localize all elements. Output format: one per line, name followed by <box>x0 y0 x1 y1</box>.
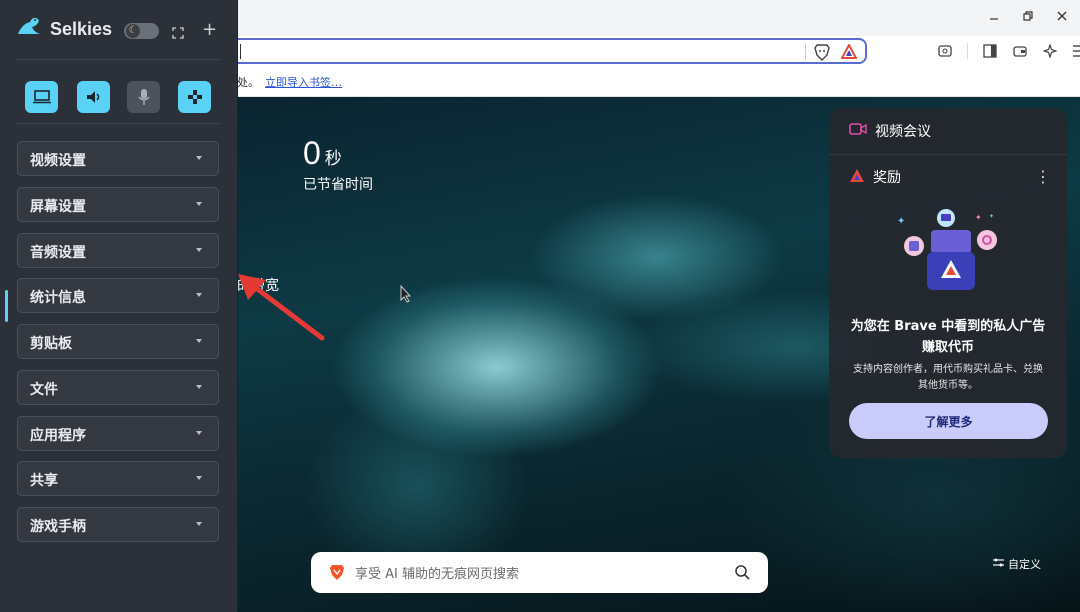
brave-shields-icon[interactable] <box>814 44 830 65</box>
text-caret <box>240 44 241 59</box>
rewards-desc-line2: 其他货币等。 <box>918 380 978 391</box>
rewards-title: 为您在 Brave 中看到的私人广告 赚取代币 <box>829 316 1067 358</box>
annotation-arrow-icon <box>238 274 325 341</box>
mouse-cursor-icon <box>400 284 412 307</box>
search-box[interactable]: 享受 AI 辅助的无痕网页搜索 <box>311 552 768 593</box>
rewards-description: 支持内容创作者，用代币购买礼品卡、兑换 其他货币等。 <box>847 362 1049 394</box>
minimize-icon[interactable] <box>986 8 1002 24</box>
address-bar[interactable] <box>237 38 867 64</box>
rewards-header: 奖励 ⋮ <box>829 155 1067 199</box>
brave-rewards-logo-icon <box>849 168 865 187</box>
time-saved-value: 0 <box>303 135 321 171</box>
svg-text:✦: ✦ <box>975 213 982 222</box>
bookmarks-hint: 处。 <box>237 76 259 89</box>
sliders-icon <box>993 558 1004 571</box>
accordion-screen-settings[interactable]: 屏幕设置 <box>17 187 219 222</box>
brave-rewards-icon[interactable] <box>840 42 858 63</box>
selkies-sidebar: Selkies ☾ + 视频设置 屏幕设置 音频设置 统计信息 剪贴板 文件 应… <box>0 0 238 612</box>
rewards-desc-line1: 支持内容创作者，用代币购买礼品卡、兑换 <box>853 364 1043 375</box>
browser-titlebar <box>237 0 1080 36</box>
section-label: 屏幕设置 <box>30 199 86 215</box>
microphone-icon <box>137 89 150 105</box>
section-label: 游戏手柄 <box>30 519 86 535</box>
customize-label: 自定义 <box>1008 558 1041 571</box>
svg-text:✦: ✦ <box>989 213 994 220</box>
rewards-label: 奖励 <box>873 170 901 186</box>
section-label: 应用程序 <box>30 428 86 444</box>
chevron-down-icon <box>196 385 202 389</box>
theme-toggle[interactable]: ☾ <box>124 23 159 39</box>
menu-icon[interactable] <box>1072 43 1080 59</box>
plus-icon[interactable]: + <box>202 19 217 40</box>
close-icon[interactable] <box>1054 8 1070 24</box>
active-section-indicator <box>5 290 8 322</box>
seal-logo-icon <box>16 16 42 42</box>
monitor-icon <box>32 90 51 104</box>
chevron-down-icon <box>196 431 202 435</box>
more-options-icon[interactable]: ⋮ <box>1035 167 1051 186</box>
divider <box>16 59 220 60</box>
chevron-down-icon <box>196 202 202 206</box>
video-call-widget[interactable]: 视频会议 <box>829 108 1067 155</box>
svg-text:✦: ✦ <box>897 216 905 227</box>
accordion-files[interactable]: 文件 <box>17 370 219 405</box>
display-toggle-button[interactable] <box>25 81 58 113</box>
divider <box>805 44 806 60</box>
accordion-stats[interactable]: 统计信息 <box>17 278 219 313</box>
time-saved-label: 已节省时间 <box>303 177 373 193</box>
section-label: 文件 <box>30 382 58 398</box>
moon-icon: ☾ <box>126 24 140 38</box>
import-bookmarks-link[interactable]: 立即导入书签… <box>265 76 342 89</box>
accordion-apps[interactable]: 应用程序 <box>17 416 219 451</box>
accordion-audio-settings[interactable]: 音频设置 <box>17 233 219 268</box>
audio-toggle-button[interactable] <box>77 81 110 113</box>
browser-toolbar <box>237 36 1080 68</box>
accordion-sharing[interactable]: 共享 <box>17 461 219 496</box>
rewards-illustration-icon: ✦ ✦ ✦ <box>889 208 1009 298</box>
accordion-clipboard[interactable]: 剪贴板 <box>17 324 219 359</box>
chevron-down-icon <box>196 522 202 526</box>
brave-search-icon <box>329 564 345 581</box>
gamepad-toggle-button[interactable] <box>178 81 211 113</box>
chevron-down-icon <box>196 248 202 252</box>
fullscreen-icon[interactable] <box>172 24 184 43</box>
learn-more-button[interactable]: 了解更多 <box>849 403 1048 439</box>
restore-icon[interactable] <box>1020 8 1036 24</box>
section-label: 视频设置 <box>30 153 86 169</box>
search-placeholder: 享受 AI 辅助的无痕网页搜索 <box>355 567 519 582</box>
section-label: 音频设置 <box>30 245 86 261</box>
rewards-title-line2: 赚取代币 <box>921 340 974 355</box>
section-label: 统计信息 <box>30 290 86 306</box>
leo-ai-icon[interactable] <box>1042 43 1058 59</box>
section-label: 剪贴板 <box>30 336 72 352</box>
video-camera-icon <box>849 122 867 140</box>
chevron-down-icon <box>196 476 202 480</box>
wallet-icon[interactable] <box>1012 43 1028 59</box>
customize-button[interactable]: 自定义 <box>993 556 1041 572</box>
bookmarks-bar: 处。 立即导入书签… <box>237 68 1080 97</box>
search-tab-icon[interactable] <box>937 43 953 59</box>
app-name: Selkies <box>50 18 113 39</box>
microphone-toggle-button[interactable] <box>127 81 160 113</box>
accordion-gamepads[interactable]: 游戏手柄 <box>17 507 219 542</box>
speaker-icon <box>86 91 99 103</box>
dpad-icon <box>187 90 202 104</box>
rewards-card: 视频会议 奖励 ⋮ ✦ ✦ ✦ 为您在 Brave 中看到的私人广告 赚取代币 … <box>829 108 1067 458</box>
sidebar-toggle-icon[interactable] <box>982 43 998 59</box>
video-call-label: 视频会议 <box>875 124 931 140</box>
magnifier-icon[interactable] <box>735 565 750 580</box>
chevron-down-icon <box>196 293 202 297</box>
section-label: 共享 <box>30 473 58 489</box>
time-saved-unit: 秒 <box>324 149 342 169</box>
selkies-logo: Selkies <box>16 16 112 42</box>
accordion-video-settings[interactable]: 视频设置 <box>17 141 219 176</box>
rewards-title-line1: 为您在 Brave 中看到的私人广告 <box>850 319 1046 334</box>
chevron-down-icon <box>196 156 202 160</box>
chevron-down-icon <box>196 339 202 343</box>
time-saved-stat: 0秒 已节省时间 <box>303 135 373 194</box>
divider <box>16 123 220 124</box>
